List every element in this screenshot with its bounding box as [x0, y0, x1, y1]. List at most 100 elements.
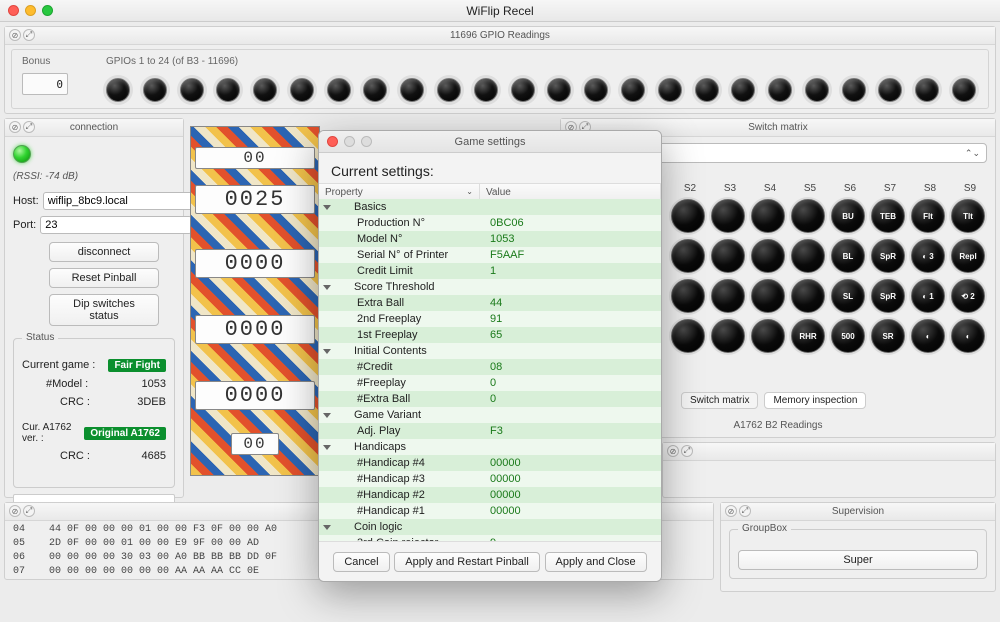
tab-memory-inspection[interactable]: Memory inspection — [764, 392, 866, 409]
close-icon[interactable] — [8, 5, 19, 16]
tree-row[interactable]: Production N°0BC06 — [319, 215, 661, 231]
switch-cell[interactable]: Repl — [951, 239, 985, 273]
apply-close-button[interactable]: Apply and Close — [545, 552, 647, 572]
tree-property[interactable]: #Handicap #1 — [319, 505, 484, 517]
tree-property[interactable]: Credit Limit — [319, 265, 484, 277]
expand-icon[interactable]: ⤢ — [739, 505, 751, 517]
tree-property[interactable]: #Freeplay — [319, 377, 484, 389]
switch-cell[interactable]: Flt — [911, 199, 945, 233]
switch-cell[interactable] — [751, 239, 785, 273]
tree-row[interactable]: Coin logic — [319, 519, 661, 535]
tree-property[interactable]: Serial N° of Printer — [319, 249, 484, 261]
tree-value[interactable]: 00000 — [484, 473, 661, 485]
expand-icon[interactable]: ⤢ — [23, 29, 35, 41]
tree-value[interactable]: 0 — [484, 377, 661, 389]
tree-row[interactable]: Extra Ball44 — [319, 295, 661, 311]
tree-property[interactable]: Adj. Play — [319, 425, 484, 437]
tree-property[interactable]: #Handicap #3 — [319, 473, 484, 485]
switch-cell[interactable] — [711, 199, 745, 233]
tree-property[interactable]: 2nd Freeplay — [319, 313, 484, 325]
tree-property[interactable]: Model N° — [319, 233, 484, 245]
undock-icon[interactable]: ⊘ — [725, 505, 737, 517]
switch-cell[interactable] — [671, 199, 705, 233]
tree-property[interactable]: #Handicap #2 — [319, 489, 484, 501]
close-icon[interactable] — [327, 136, 338, 147]
tree-property[interactable]: Score Threshold — [319, 281, 484, 293]
switch-cell[interactable] — [751, 319, 785, 353]
tree-property[interactable]: Coin logic — [319, 521, 484, 533]
switch-cell[interactable] — [711, 319, 745, 353]
undock-icon[interactable]: ⊘ — [667, 445, 679, 457]
tree-value[interactable]: F3 — [484, 425, 661, 437]
switch-cell[interactable]: 500 — [831, 319, 865, 353]
tree-value[interactable]: 65 — [484, 329, 661, 341]
tab-switch-matrix[interactable]: Switch matrix — [681, 392, 758, 409]
switch-cell[interactable]: BL — [831, 239, 865, 273]
switch-cell[interactable]: ◐ 3 — [911, 239, 945, 273]
switch-cell[interactable]: SR — [871, 319, 905, 353]
tree-property[interactable]: Extra Ball — [319, 297, 484, 309]
zoom-icon[interactable] — [42, 5, 53, 16]
tree-row[interactable]: Basics — [319, 199, 661, 215]
expand-icon[interactable]: ⤢ — [23, 121, 35, 133]
switch-cell[interactable]: Tlt — [951, 199, 985, 233]
switch-cell[interactable] — [791, 199, 825, 233]
switch-cell[interactable]: SpR — [871, 279, 905, 313]
tree-row[interactable]: 1st Freeplay65 — [319, 327, 661, 343]
switch-cell[interactable] — [791, 239, 825, 273]
switch-cell[interactable]: TEB — [871, 199, 905, 233]
switch-cell[interactable] — [751, 279, 785, 313]
tree-value[interactable]: 00000 — [484, 489, 661, 501]
tree-row[interactable]: Serial N° of PrinterF5AAF — [319, 247, 661, 263]
switch-cell[interactable] — [671, 319, 705, 353]
tree-property[interactable]: Production N° — [319, 217, 484, 229]
expand-icon[interactable]: ⤢ — [23, 505, 35, 517]
tree-value[interactable]: 91 — [484, 313, 661, 325]
switch-cell[interactable]: ◐ — [911, 319, 945, 353]
tree-row[interactable]: Game Variant — [319, 407, 661, 423]
undock-icon[interactable]: ⊘ — [9, 29, 21, 41]
tree-property[interactable]: Handicaps — [319, 441, 484, 453]
tree-row[interactable]: Handicaps — [319, 439, 661, 455]
switch-cell[interactable] — [791, 279, 825, 313]
tree-value[interactable]: F5AAF — [484, 249, 661, 261]
reset-pinball-button[interactable]: Reset Pinball — [49, 268, 159, 288]
apply-restart-button[interactable]: Apply and Restart Pinball — [394, 552, 540, 572]
col-property[interactable]: Property — [325, 187, 363, 198]
tree-property[interactable]: #Credit — [319, 361, 484, 373]
switch-cell[interactable]: BU — [831, 199, 865, 233]
tree-row[interactable]: Score Threshold — [319, 279, 661, 295]
expand-icon[interactable]: ⤢ — [681, 445, 693, 457]
tree-row[interactable]: #Extra Ball0 — [319, 391, 661, 407]
host-input[interactable] — [43, 192, 195, 210]
switch-cell[interactable] — [711, 239, 745, 273]
tree-value[interactable]: 00000 — [484, 505, 661, 517]
tree-value[interactable]: 1053 — [484, 233, 661, 245]
dip-switches-button[interactable]: Dip switches status — [49, 294, 159, 326]
tree-value[interactable]: 08 — [484, 361, 661, 373]
tree-row[interactable]: Credit Limit1 — [319, 263, 661, 279]
port-input[interactable] — [40, 216, 192, 234]
tree-value[interactable]: 00000 — [484, 457, 661, 469]
tree-row[interactable]: #Handicap #400000 — [319, 455, 661, 471]
tree-value[interactable]: 0BC06 — [484, 217, 661, 229]
switch-cell[interactable] — [671, 239, 705, 273]
disconnect-button[interactable]: disconnect — [49, 242, 159, 262]
tree-value[interactable]: 1 — [484, 265, 661, 277]
switch-cell[interactable]: SL — [831, 279, 865, 313]
tree-property[interactable]: #Handicap #4 — [319, 457, 484, 469]
tree-row[interactable]: Model N°1053 — [319, 231, 661, 247]
switch-cell[interactable] — [671, 279, 705, 313]
window-traffic-lights[interactable] — [8, 5, 53, 16]
tree-property[interactable]: Initial Contents — [319, 345, 484, 357]
tree-row[interactable]: #Freeplay0 — [319, 375, 661, 391]
switch-cell[interactable]: SpR — [871, 239, 905, 273]
tree-row[interactable]: #Credit08 — [319, 359, 661, 375]
tree-property[interactable]: #Extra Ball — [319, 393, 484, 405]
tree-row[interactable]: 2nd Freeplay91 — [319, 311, 661, 327]
tree-row[interactable]: Adj. PlayF3 — [319, 423, 661, 439]
super-button[interactable]: Super — [738, 550, 978, 570]
cancel-button[interactable]: Cancel — [333, 552, 389, 572]
tree-property[interactable]: 1st Freeplay — [319, 329, 484, 341]
tree-row[interactable]: #Handicap #300000 — [319, 471, 661, 487]
